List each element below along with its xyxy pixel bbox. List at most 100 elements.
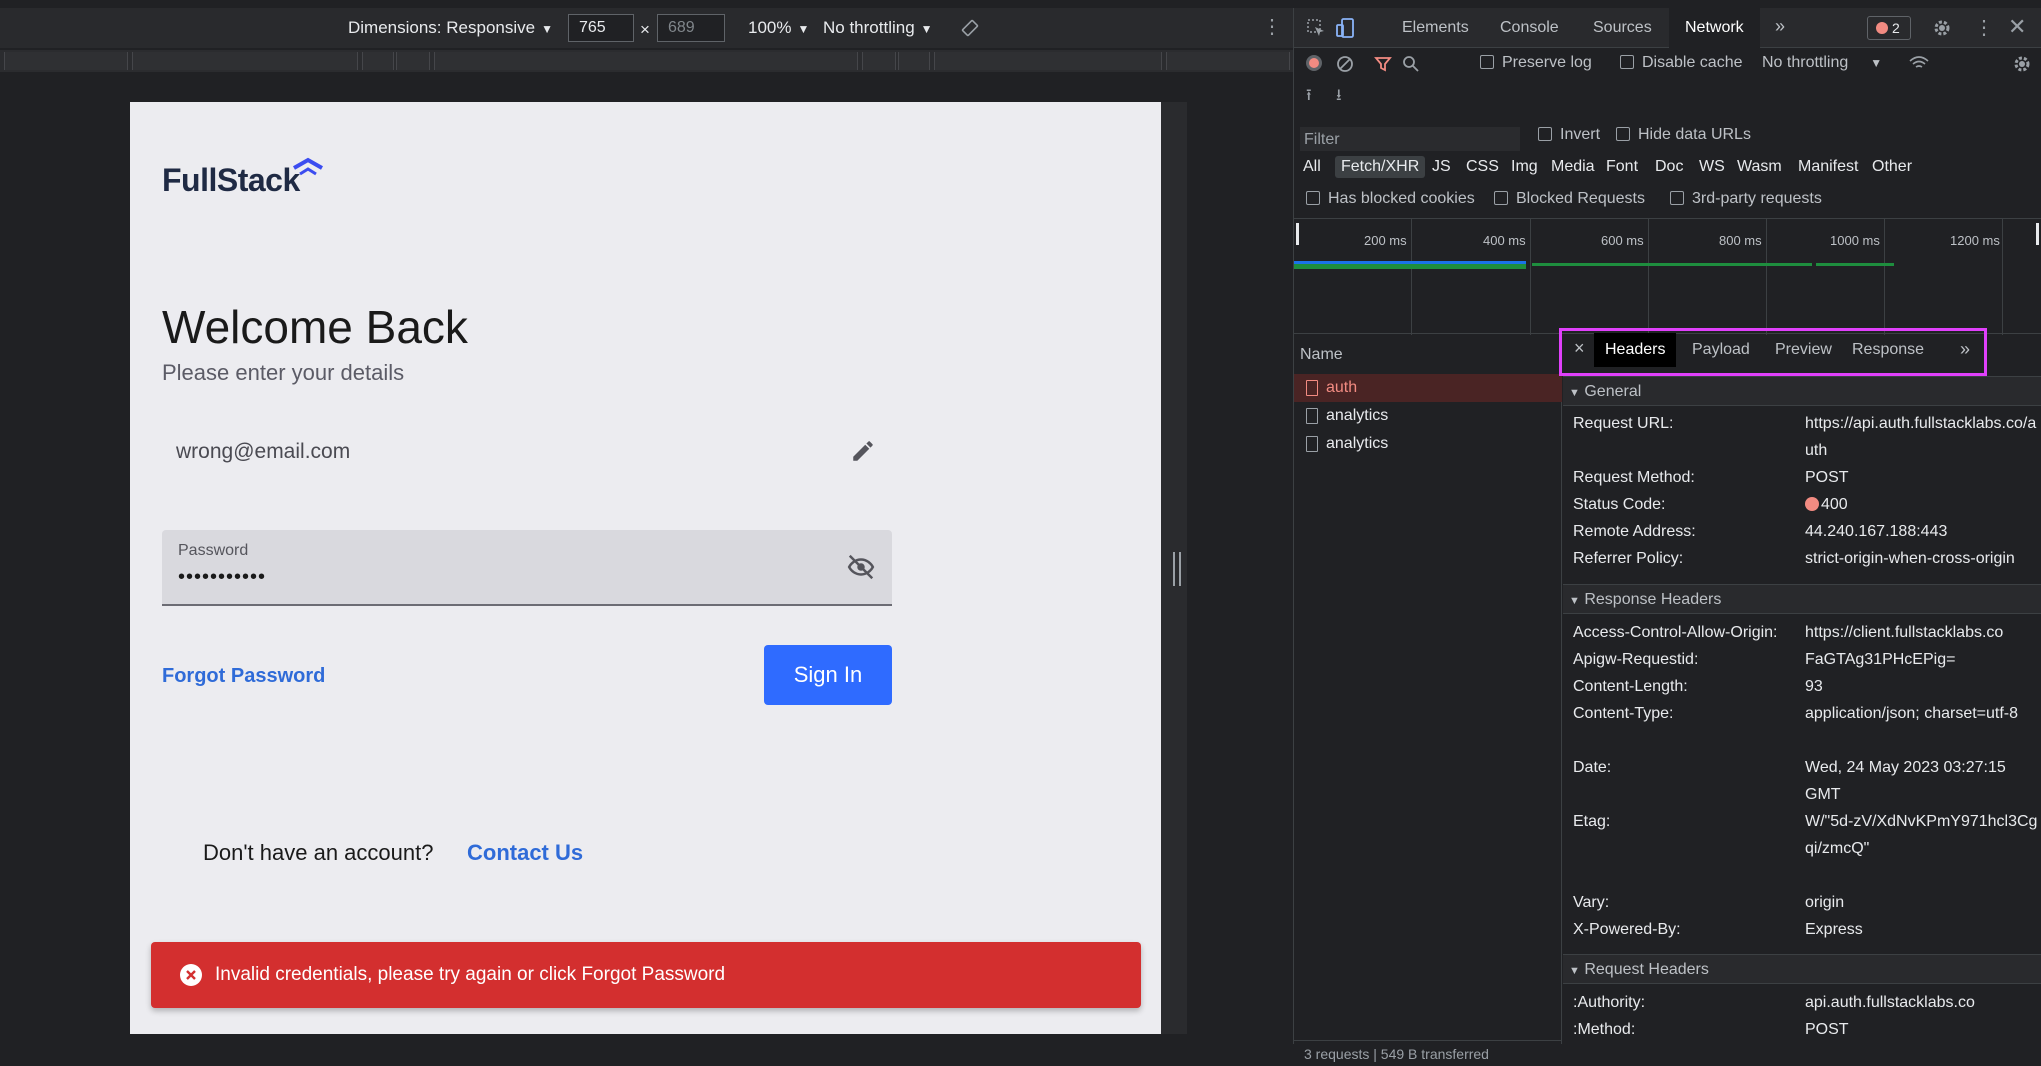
no-account-text: Don't have an account? — [203, 840, 434, 865]
caret-down-icon: ▼ — [920, 22, 933, 36]
checkbox — [1538, 127, 1552, 141]
settings-gear-icon[interactable] — [1932, 18, 1952, 38]
email-field[interactable]: wrong@email.com — [162, 424, 892, 482]
invert-checkbox[interactable]: Invert — [1538, 126, 1600, 144]
filter-placeholder: Filter — [1304, 131, 1340, 148]
logo-chevron-icon — [293, 157, 323, 176]
request-row-analytics[interactable]: analytics — [1294, 430, 1562, 458]
timeline-tick: 400 ms — [1483, 233, 1526, 248]
record-icon[interactable] — [1306, 55, 1322, 71]
request-row-auth[interactable]: auth — [1294, 374, 1562, 402]
height-input[interactable] — [657, 14, 725, 42]
rotate-icon[interactable] — [960, 18, 980, 38]
close-detail-icon[interactable]: × — [1574, 338, 1585, 359]
section-general[interactable]: ▼ General — [1563, 376, 2041, 406]
search-icon[interactable] — [1402, 55, 1420, 73]
type-filter-img[interactable]: Img — [1511, 158, 1538, 176]
throttling-dropdown[interactable]: No throttling ▼ — [823, 18, 933, 38]
device-emulation-area: Dimensions: Responsive ▼ × 100% ▼ No throt… — [0, 0, 1293, 1044]
tab-preview[interactable]: Preview — [1775, 341, 1832, 359]
section-title: Request Headers — [1584, 961, 1709, 978]
tab-network[interactable]: Network — [1669, 8, 1760, 48]
error-toast: Invalid credentials, please try again or… — [151, 942, 1141, 1008]
hide-data-urls-checkbox[interactable]: Hide data URLs — [1616, 126, 1751, 144]
resize-handle[interactable] — [1173, 552, 1181, 586]
contact-us-link[interactable]: Contact Us — [467, 840, 583, 866]
request-row-analytics[interactable]: analytics — [1294, 402, 1562, 430]
type-filter-other[interactable]: Other — [1872, 158, 1912, 176]
close-devtools-icon[interactable]: ✕ — [2008, 14, 2026, 40]
blocked-requests-checkbox[interactable]: Blocked Requests — [1494, 190, 1645, 208]
network-conditions-icon[interactable] — [1908, 54, 1930, 72]
more-detail-tabs-icon[interactable]: » — [1960, 339, 1970, 360]
timeline-bar-auth — [1294, 261, 1526, 269]
triangle-down-icon: ▼ — [1569, 595, 1580, 607]
device-toggle-icon[interactable] — [1336, 17, 1356, 39]
type-filter-font[interactable]: Font — [1606, 158, 1638, 176]
type-filter-manifest[interactable]: Manifest — [1798, 158, 1858, 176]
export-har-icon[interactable]: ⭳ — [1336, 84, 1342, 111]
section-request-headers[interactable]: ▼ Request Headers — [1563, 954, 2041, 984]
edit-pencil-icon[interactable] — [850, 438, 876, 464]
third-party-checkbox[interactable]: 3rd-party requests — [1670, 190, 1822, 208]
dimensions-dropdown[interactable]: Dimensions: Responsive ▼ — [348, 18, 553, 38]
sign-in-button[interactable]: Sign In — [764, 645, 892, 705]
tab-sources[interactable]: Sources — [1593, 19, 1652, 37]
more-options-icon[interactable]: ⋮ — [1262, 14, 1282, 39]
type-filter-wasm[interactable]: Wasm — [1737, 158, 1782, 176]
preserve-log-checkbox[interactable]: Preserve log — [1480, 54, 1592, 72]
emulated-viewport: FullStack Welcome Back Please enter your… — [130, 102, 1161, 1034]
import-har-icon[interactable]: ⭱ — [1306, 84, 1312, 111]
media-query-ruler — [0, 50, 1293, 72]
caret-down-icon: ▼ — [1870, 56, 1883, 70]
password-field[interactable]: Password ••••••••••• — [162, 530, 892, 606]
timeline-start-handle[interactable] — [1296, 223, 1299, 245]
hide-password-eye-icon[interactable] — [846, 552, 876, 582]
filter-funnel-icon[interactable] — [1374, 55, 1392, 73]
filter-input[interactable]: Filter — [1300, 127, 1520, 151]
error-close-circle-icon[interactable] — [179, 963, 203, 987]
tab-payload[interactable]: Payload — [1692, 341, 1750, 359]
network-toolbar: Preserve log Disable cache No throttling… — [1294, 48, 2041, 78]
more-options-icon[interactable]: ⋮ — [1974, 15, 1994, 40]
section-response-headers[interactable]: ▼ Response Headers — [1563, 584, 2041, 614]
type-filter-all[interactable]: All — [1303, 158, 1321, 176]
tab-elements[interactable]: Elements — [1402, 19, 1469, 37]
error-count-badge[interactable]: 2 — [1867, 16, 1911, 40]
request-name: analytics — [1326, 435, 1389, 452]
inspect-element-icon[interactable] — [1306, 18, 1326, 38]
network-settings-gear-icon[interactable] — [2012, 54, 2032, 74]
clear-icon[interactable] — [1336, 55, 1354, 73]
type-filter-fetch-xhr[interactable]: Fetch/XHR — [1335, 156, 1426, 178]
hide-data-urls-label: Hide data URLs — [1638, 126, 1751, 143]
type-filter-js[interactable]: JS — [1432, 158, 1451, 176]
invert-label: Invert — [1560, 126, 1601, 143]
triangle-down-icon: ▼ — [1569, 387, 1580, 399]
type-filter-doc[interactable]: Doc — [1655, 158, 1683, 176]
file-icon — [1306, 380, 1318, 396]
tab-response[interactable]: Response — [1852, 341, 1924, 359]
has-blocked-cookies-checkbox[interactable]: Has blocked cookies — [1306, 190, 1475, 208]
status-error-dot — [1805, 497, 1819, 511]
throttling-label: No throttling — [823, 18, 915, 37]
type-filter-css[interactable]: CSS — [1466, 158, 1499, 176]
section-title: General — [1584, 383, 1642, 400]
tab-headers[interactable]: Headers — [1594, 333, 1677, 367]
name-column-header[interactable]: Name — [1300, 346, 1343, 364]
type-filter-media[interactable]: Media — [1551, 158, 1595, 176]
network-throttling-dropdown[interactable]: No throttling ▼ — [1762, 54, 1882, 72]
type-filter-ws[interactable]: WS — [1699, 158, 1725, 176]
disable-cache-checkbox[interactable]: Disable cache — [1620, 54, 1743, 72]
timeline-end-handle[interactable] — [2036, 223, 2039, 245]
network-timeline-overview[interactable]: 200 ms 400 ms 600 ms 800 ms 1000 ms 1200… — [1294, 218, 2041, 335]
zoom-dropdown[interactable]: 100% ▼ — [748, 18, 809, 38]
page-subtitle: Please enter your details — [162, 360, 405, 385]
request-name: auth — [1326, 379, 1358, 396]
width-input[interactable] — [568, 14, 634, 42]
timeline-tick: 200 ms — [1364, 233, 1407, 248]
tab-console[interactable]: Console — [1500, 19, 1559, 37]
has-blocked-cookies-label: Has blocked cookies — [1328, 190, 1475, 207]
forgot-password-link[interactable]: Forgot Password — [162, 665, 325, 688]
more-tabs-icon[interactable]: » — [1775, 16, 1785, 37]
triangle-down-icon: ▼ — [1569, 965, 1580, 977]
